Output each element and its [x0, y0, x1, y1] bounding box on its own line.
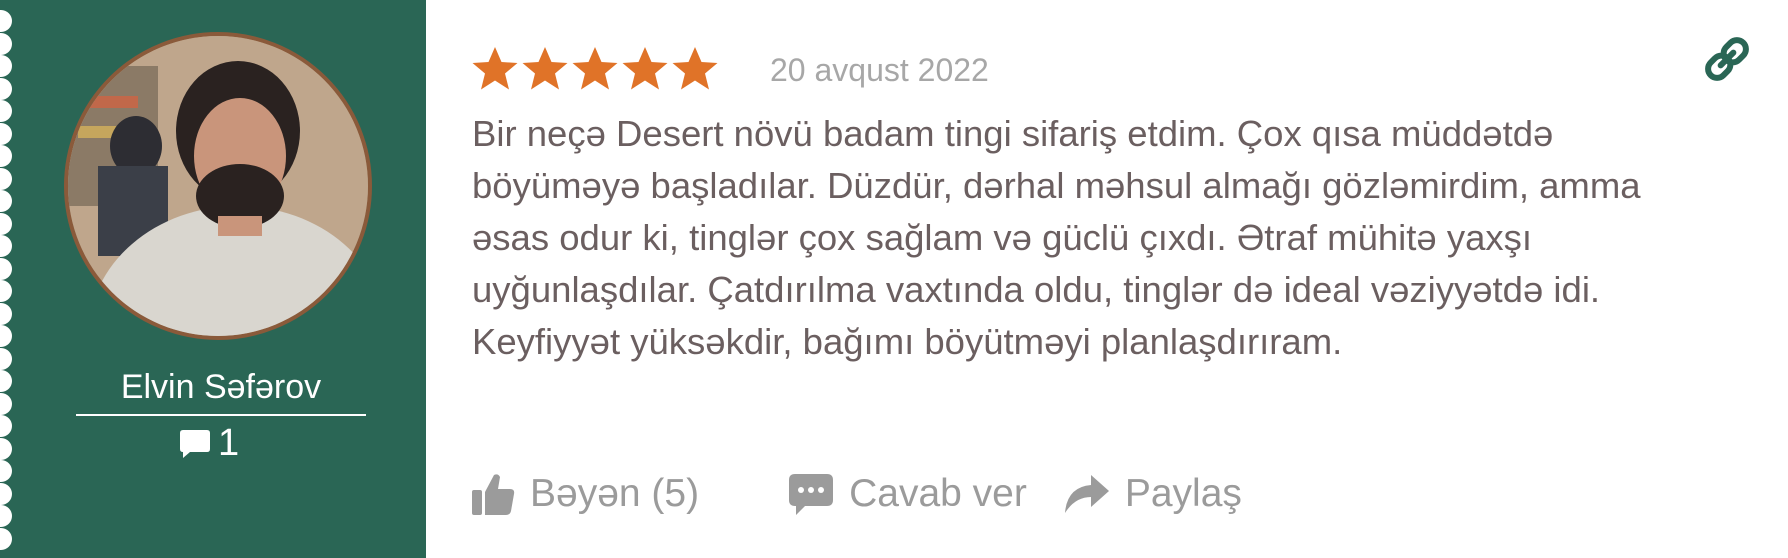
chat-bubble-icon — [789, 474, 834, 515]
perforated-edge — [0, 10, 14, 550]
star-icon — [522, 47, 568, 90]
share-arrow-icon — [1064, 475, 1109, 513]
share-label: Paylaş — [1124, 472, 1242, 515]
rating-stars — [470, 44, 720, 94]
like-button[interactable]: Bəyən (5) — [470, 471, 699, 517]
comment-count-value: 1 — [218, 422, 240, 464]
star-icon — [622, 47, 668, 90]
reply-label: Cavab ver — [849, 472, 1027, 515]
reviewer-sidebar: Elvin Səfərov 1 — [0, 0, 426, 558]
speech-bubble-icon — [180, 429, 210, 458]
author-name[interactable]: Elvin Səfərov — [76, 364, 366, 416]
like-label: Bəyən (5) — [530, 472, 700, 515]
review-actions: Bəyən (5) Cavab ver Paylaş — [470, 470, 1242, 518]
avatar — [64, 32, 372, 340]
star-icon — [672, 47, 718, 90]
star-icon — [472, 47, 518, 90]
reply-button[interactable]: Cavab ver — [787, 470, 1027, 518]
share-button[interactable]: Paylaş — [1063, 471, 1242, 517]
review-date: 20 avqust 2022 — [770, 52, 989, 88]
thumbs-up-icon — [472, 474, 515, 515]
review-text: Bir neçə Desert növü badam tingi sifariş… — [472, 113, 1641, 362]
link-icon — [1705, 37, 1749, 81]
permalink-button[interactable] — [1700, 32, 1754, 91]
comment-count: 1 — [178, 422, 239, 465]
star-icon — [572, 47, 618, 90]
